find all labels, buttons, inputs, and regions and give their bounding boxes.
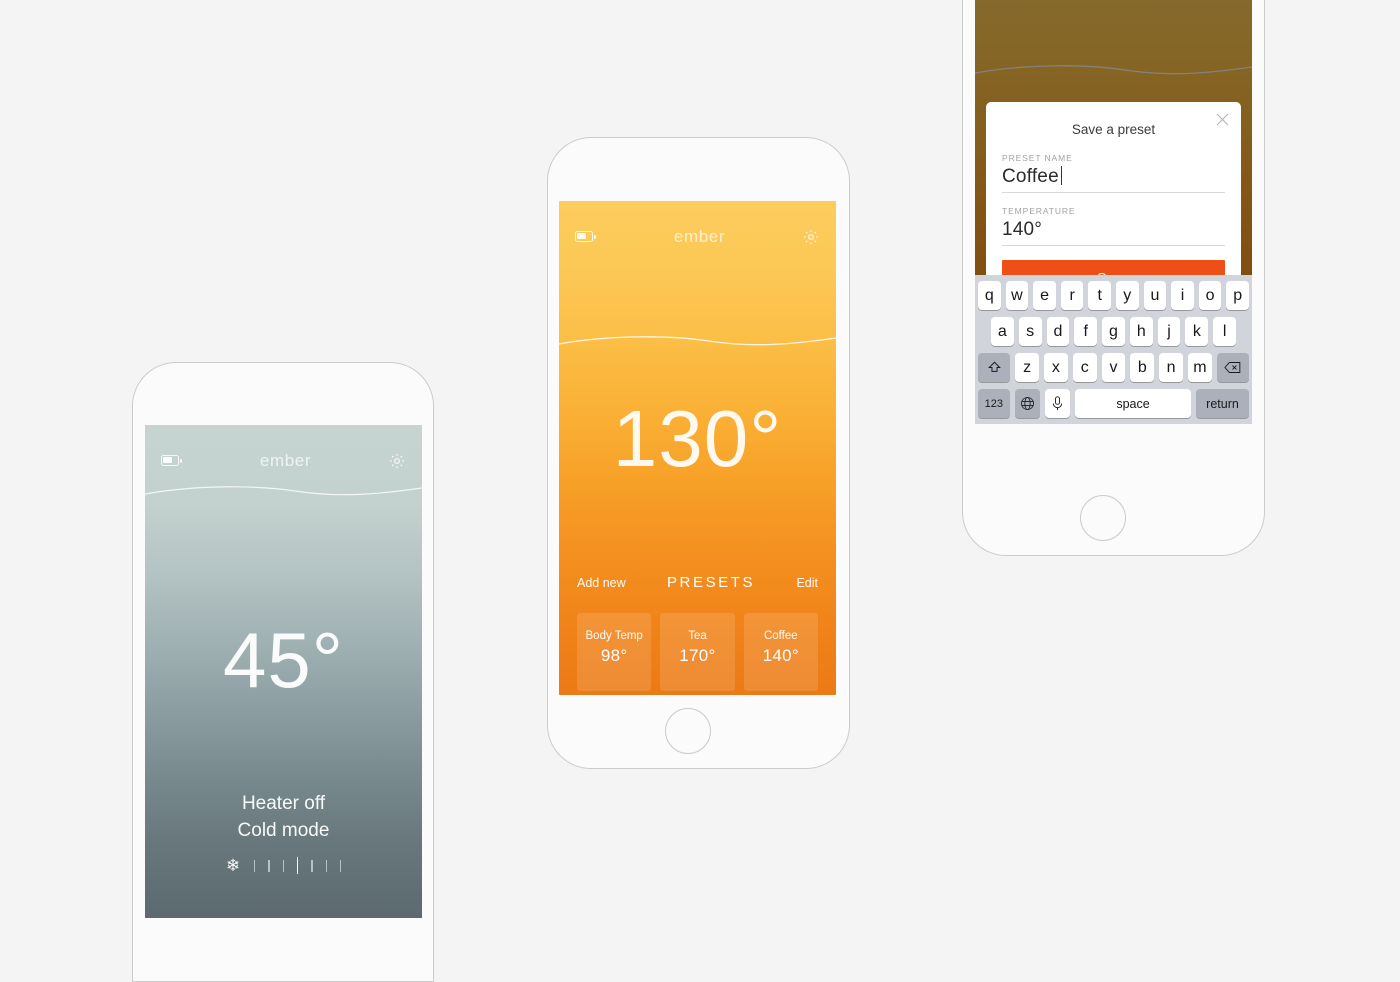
- slider-ticks[interactable]: [254, 857, 342, 874]
- key-p[interactable]: p: [1226, 281, 1249, 310]
- keyboard-row-3: z x c v b n m: [978, 353, 1249, 382]
- key-n[interactable]: n: [1159, 353, 1184, 382]
- temperature-input[interactable]: 140°: [1002, 219, 1225, 246]
- battery-icon: [161, 455, 183, 467]
- slider-tick[interactable]: [268, 859, 270, 872]
- preset-name-field[interactable]: PRESET NAME Coffee: [1002, 153, 1225, 193]
- screen-hot: ember 130° Add new PRESETS Edit Body Tem…: [559, 201, 836, 695]
- screen-save-preset: ember 130° Add new PRESETS Edit: [975, 0, 1252, 424]
- key-d[interactable]: d: [1046, 317, 1070, 346]
- key-q[interactable]: q: [978, 281, 1001, 310]
- temperature-field[interactable]: TEMPERATURE 140°: [1002, 206, 1225, 246]
- slider-tick[interactable]: [254, 859, 256, 872]
- brand-wordmark: ember: [673, 227, 726, 246]
- preset-name: Coffee: [763, 630, 798, 642]
- preset-name: Tea: [688, 630, 707, 642]
- key-c[interactable]: c: [1072, 353, 1097, 382]
- space-key[interactable]: space: [1074, 389, 1192, 418]
- preset-temperature: 98°: [600, 645, 628, 665]
- preset-name-label: PRESET NAME: [1002, 153, 1073, 163]
- phone-save-preset: ember 130° Add new PRESETS Edit: [962, 0, 1265, 556]
- backspace-icon[interactable]: [1216, 353, 1249, 382]
- wave-divider: [559, 331, 836, 353]
- phone-cold-mode: ember 45° Heater off Cold mode ❄: [132, 362, 434, 982]
- wave-divider: [145, 481, 422, 503]
- key-i[interactable]: i: [1171, 281, 1194, 310]
- keyboard-row-2: a s d f g h j k l: [978, 317, 1249, 346]
- numeric-key[interactable]: 123: [978, 389, 1010, 418]
- status-mode: Cold mode: [237, 820, 330, 842]
- key-l[interactable]: l: [1213, 317, 1237, 346]
- key-s[interactable]: s: [1018, 317, 1042, 346]
- current-temperature-cold: 45°: [223, 616, 344, 704]
- app-header-hot: ember: [559, 223, 836, 251]
- key-z[interactable]: z: [1015, 353, 1039, 382]
- edit-presets-button[interactable]: Edit: [796, 576, 818, 590]
- keyboard-row-1: q w e r t y u i o p: [978, 281, 1249, 310]
- status-block-cold: Heater off Cold mode ❄: [145, 791, 422, 874]
- temperature-label: TEMPERATURE: [1002, 206, 1076, 216]
- wave-divider: [975, 60, 1252, 82]
- key-h[interactable]: h: [1129, 317, 1153, 346]
- text-caret: [1060, 166, 1063, 185]
- presets-heading: PRESETS: [666, 574, 756, 591]
- preset-temperature: 140°: [762, 645, 799, 665]
- snowflake-icon: ❄: [225, 856, 241, 875]
- close-icon[interactable]: [1215, 112, 1230, 127]
- current-temperature-hot: 130°: [612, 394, 783, 483]
- app-hot: ember 130° Add new PRESETS Edit Body Tem…: [559, 201, 836, 695]
- preset-temperature: 170°: [679, 645, 716, 665]
- key-o[interactable]: o: [1198, 281, 1222, 310]
- add-new-button[interactable]: Add new: [577, 576, 626, 590]
- key-y[interactable]: y: [1116, 281, 1139, 310]
- preset-card-list: Body Temp 98° Tea 170° Coffee 140°: [577, 613, 818, 691]
- key-b[interactable]: b: [1130, 353, 1155, 382]
- key-x[interactable]: x: [1043, 353, 1068, 382]
- slider-tick[interactable]: [325, 859, 327, 872]
- key-v[interactable]: v: [1101, 353, 1126, 382]
- key-t[interactable]: t: [1088, 281, 1111, 310]
- key-f[interactable]: f: [1074, 317, 1098, 346]
- globe-icon[interactable]: [1014, 389, 1040, 418]
- slider-tick[interactable]: [282, 859, 284, 872]
- preset-card[interactable]: Coffee 140°: [743, 613, 818, 691]
- preset-name: Body Temp: [585, 630, 643, 642]
- gear-icon[interactable]: [802, 228, 820, 246]
- dialog-title: Save a preset: [1071, 122, 1156, 137]
- preset-card[interactable]: Tea 170°: [660, 613, 735, 691]
- key-j[interactable]: j: [1157, 317, 1181, 346]
- gear-icon[interactable]: [388, 452, 406, 470]
- key-m[interactable]: m: [1188, 353, 1212, 382]
- home-button[interactable]: [665, 708, 711, 754]
- keyboard-row-4: 123 space return: [978, 389, 1249, 418]
- key-a[interactable]: a: [990, 317, 1014, 346]
- presets-bar: Add new PRESETS Edit: [559, 574, 836, 591]
- key-g[interactable]: g: [1102, 317, 1125, 346]
- key-w[interactable]: w: [1005, 281, 1029, 310]
- app-hot-dimmed: ember 130° Add new PRESETS Edit: [975, 0, 1252, 424]
- shift-icon[interactable]: [978, 353, 1011, 382]
- app-cold: ember 45° Heater off Cold mode ❄: [145, 425, 422, 918]
- key-e[interactable]: e: [1033, 281, 1056, 310]
- slider-tick-active[interactable]: [296, 857, 299, 874]
- phone-hot-mode: ember 130° Add new PRESETS Edit Body Tem…: [547, 137, 850, 769]
- preset-name-input[interactable]: Coffee: [1002, 166, 1059, 187]
- onscreen-keyboard[interactable]: q w e r t y u i o p a s d f g h j k l z …: [975, 275, 1252, 424]
- preset-card[interactable]: Body Temp 98°: [577, 613, 652, 691]
- status-heater: Heater off: [241, 793, 326, 815]
- brand-wordmark: ember: [259, 451, 312, 470]
- slider-tick[interactable]: [311, 859, 313, 872]
- battery-icon: [575, 231, 597, 243]
- key-u[interactable]: u: [1143, 281, 1167, 310]
- app-header-cold: ember: [145, 447, 422, 475]
- screen-cold: ember 45° Heater off Cold mode ❄: [145, 425, 422, 918]
- key-k[interactable]: k: [1185, 317, 1209, 346]
- key-r[interactable]: r: [1060, 281, 1084, 310]
- microphone-icon[interactable]: [1044, 389, 1070, 418]
- preset-name-input-wrap[interactable]: Coffee: [1002, 166, 1225, 193]
- cold-intensity-slider[interactable]: ❄: [145, 857, 422, 874]
- slider-tick[interactable]: [339, 859, 342, 872]
- return-key[interactable]: return: [1196, 389, 1249, 418]
- home-button[interactable]: [1080, 495, 1126, 541]
